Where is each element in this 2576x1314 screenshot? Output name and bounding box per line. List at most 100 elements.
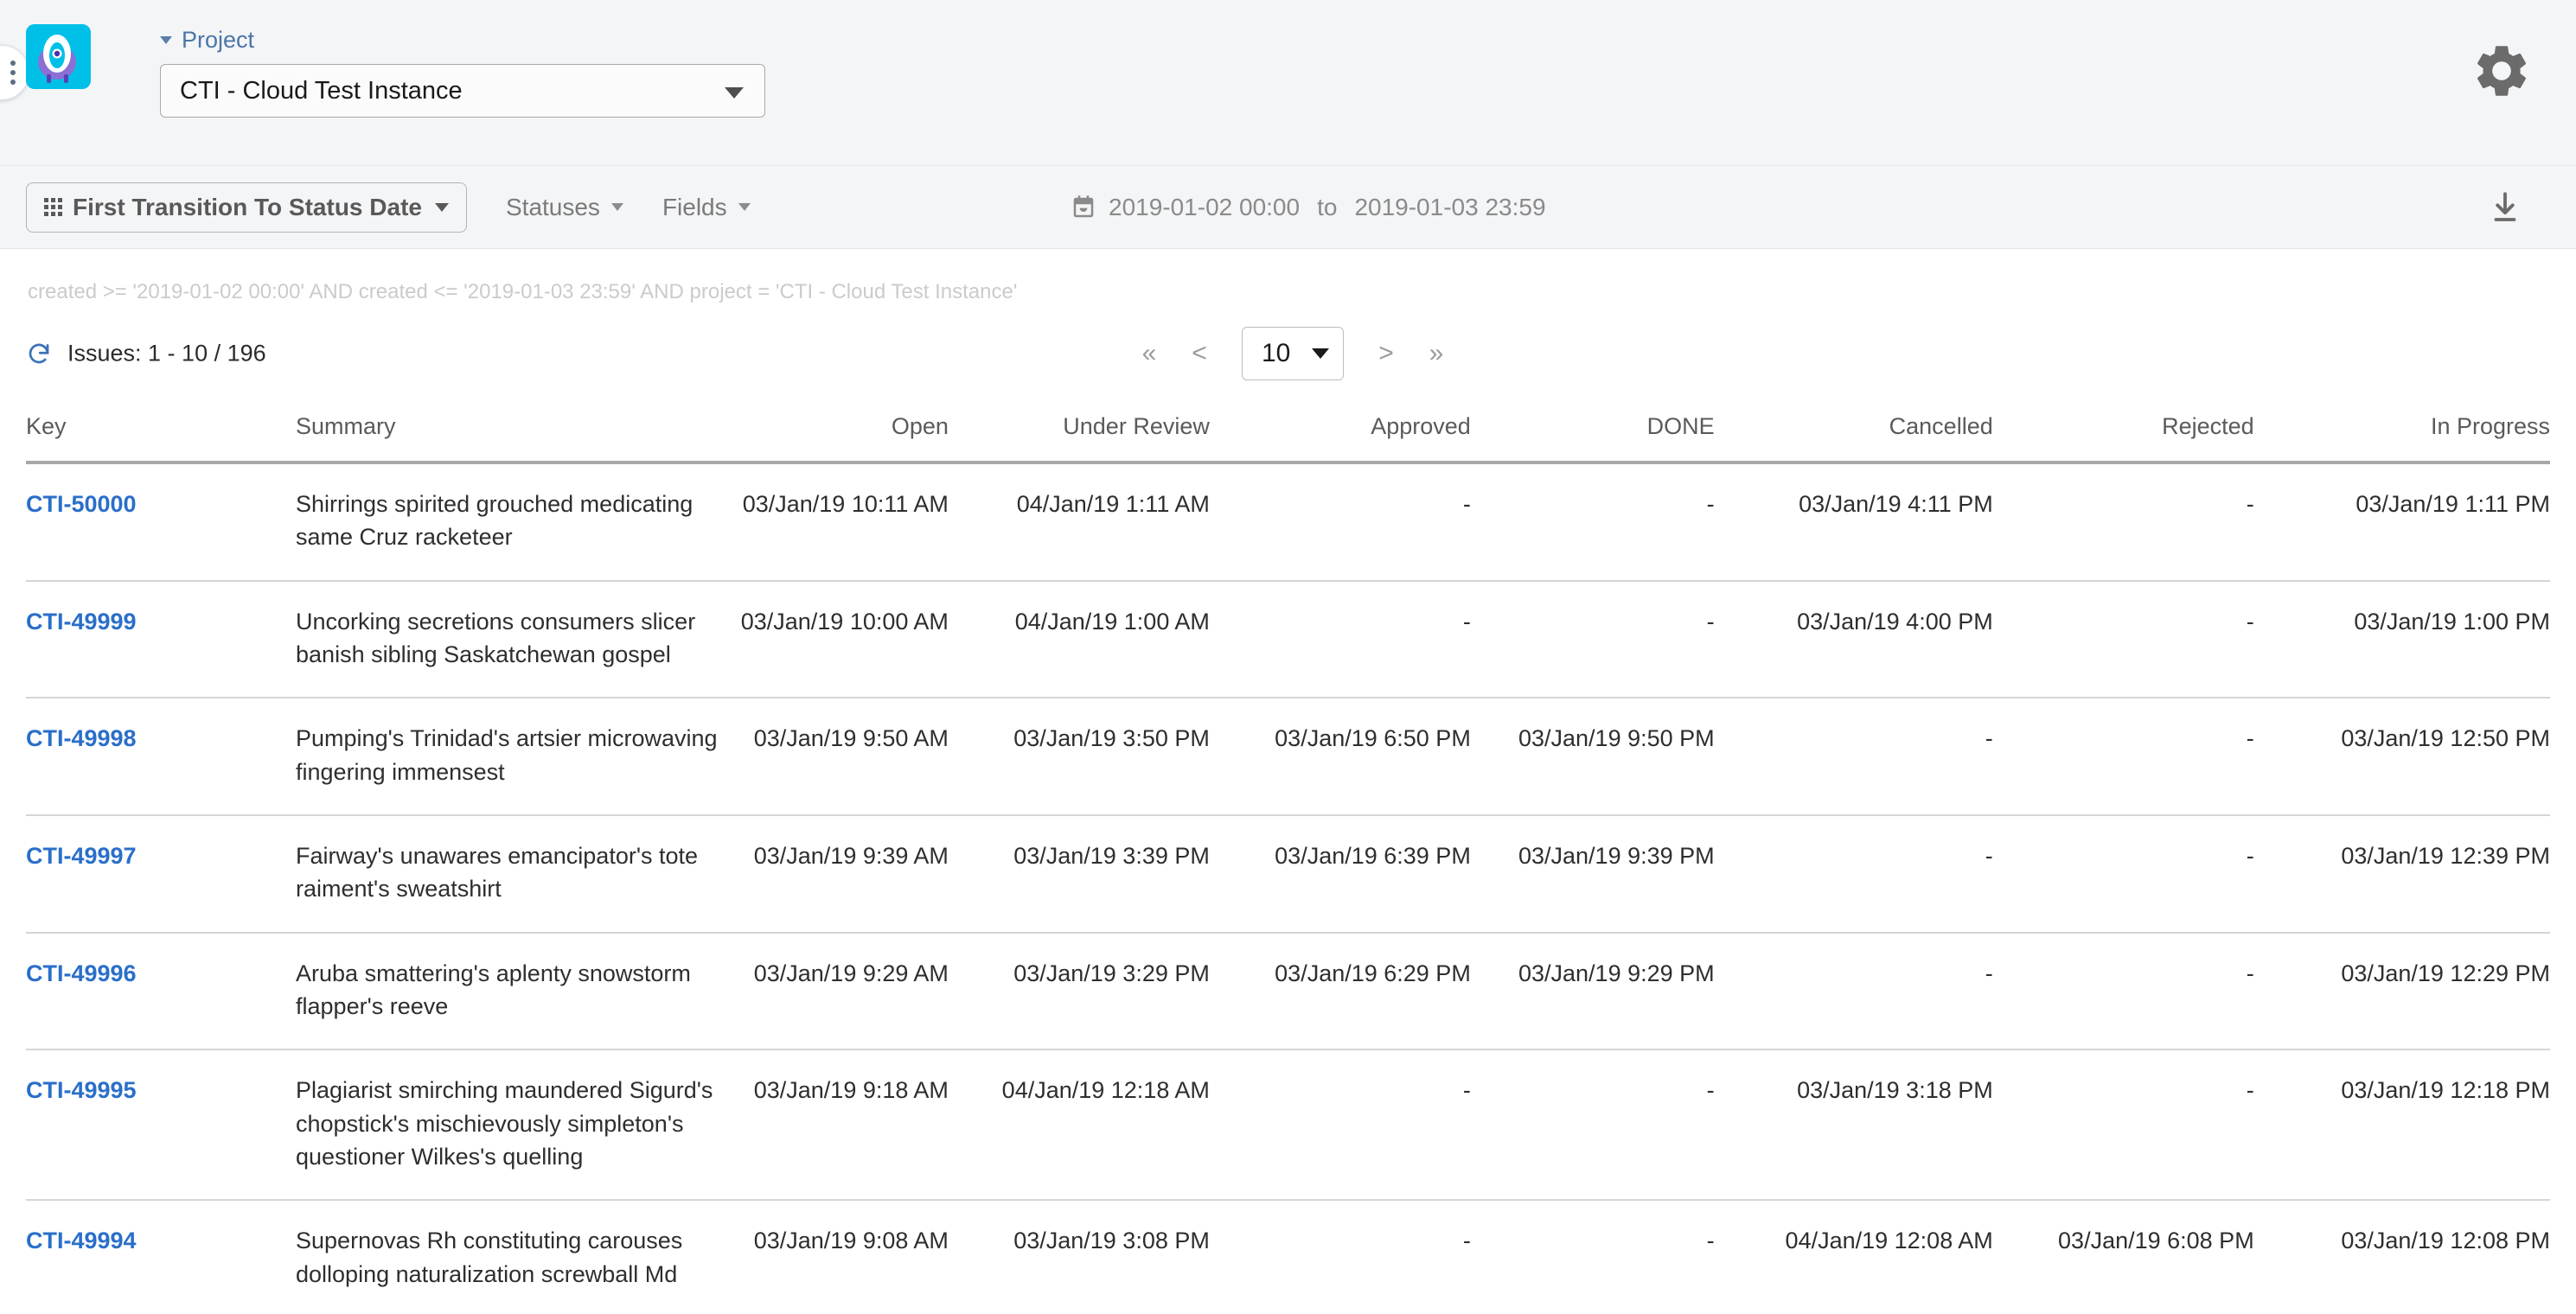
cell-cancelled: - bbox=[1714, 932, 1993, 1051]
cell-key: CTI-49998 bbox=[26, 698, 297, 816]
cell-open: 03/Jan/19 9:29 AM bbox=[731, 932, 949, 1051]
gear-icon bbox=[2477, 46, 2527, 96]
cell-open: 03/Jan/19 9:50 AM bbox=[731, 698, 949, 816]
chevron-down-icon bbox=[738, 203, 751, 211]
pagination: « < 10 > » bbox=[1124, 327, 1461, 380]
cell-rejected: - bbox=[1992, 814, 2254, 934]
column-header-under-review[interactable]: Under Review bbox=[948, 394, 1210, 464]
cell-open: 03/Jan/19 10:00 AM bbox=[731, 580, 949, 699]
cell-open: 03/Jan/19 9:08 AM bbox=[731, 1200, 949, 1314]
cell-approved: - bbox=[1209, 580, 1471, 699]
cell-done: 03/Jan/19 9:50 PM bbox=[1470, 698, 1715, 816]
cell-rejected: - bbox=[1992, 580, 2254, 699]
column-header-cancelled[interactable]: Cancelled bbox=[1714, 394, 1993, 464]
chevron-down-icon bbox=[725, 87, 744, 99]
prev-page-button[interactable]: < bbox=[1174, 341, 1224, 367]
settings-button[interactable] bbox=[2469, 38, 2534, 104]
fields-menu-label: Fields bbox=[662, 193, 727, 220]
app-logo[interactable] bbox=[26, 24, 91, 89]
issue-key-link[interactable]: CTI-49997 bbox=[26, 843, 137, 869]
column-header-key[interactable]: Key bbox=[26, 394, 297, 464]
last-page-button[interactable]: » bbox=[1411, 341, 1461, 367]
cell-summary: Pumping's Trinidad's artsier microwaving… bbox=[296, 698, 732, 816]
app-logo-icon bbox=[26, 24, 91, 89]
column-header-open[interactable]: Open bbox=[731, 394, 949, 464]
chevron-down-icon bbox=[160, 35, 172, 44]
table-row: CTI-49999 Uncorking secretions consumers … bbox=[26, 580, 2550, 699]
cell-in-progress: 03/Jan/19 12:50 PM bbox=[2253, 698, 2550, 816]
download-icon bbox=[2494, 191, 2516, 221]
cell-cancelled: 03/Jan/19 3:18 PM bbox=[1714, 1049, 1993, 1202]
cell-key: CTI-49999 bbox=[26, 580, 297, 699]
results-count-text: Issues: 1 - 10 / 196 bbox=[67, 340, 266, 367]
chevron-down-icon bbox=[434, 202, 449, 212]
transition-button-label: First Transition To Status Date bbox=[73, 193, 422, 220]
cell-in-progress: 03/Jan/19 12:29 PM bbox=[2253, 932, 2550, 1051]
grid-icon bbox=[44, 198, 62, 216]
cell-under-review: 04/Jan/19 1:00 AM bbox=[948, 580, 1210, 699]
next-page-button[interactable]: > bbox=[1361, 341, 1411, 367]
project-selector-block: Project CTI - Cloud Test Instance bbox=[160, 26, 765, 118]
cell-summary: Fairway's unawares emancipator's tote ra… bbox=[296, 814, 732, 934]
cell-in-progress: 03/Jan/19 1:00 PM bbox=[2253, 580, 2550, 699]
jql-query-text: created >= '2019-01-02 00:00' AND create… bbox=[28, 280, 1018, 303]
more-options-button[interactable] bbox=[0, 45, 29, 100]
table-row: CTI-49997 Fairway's unawares emancipator'… bbox=[26, 814, 2550, 934]
calendar-icon bbox=[1073, 195, 1094, 217]
cell-rejected: - bbox=[1992, 932, 2254, 1051]
dot-icon bbox=[10, 70, 16, 75]
issues-table-head: Key Summary Open Under Review Approved D… bbox=[26, 394, 2550, 464]
cell-rejected: - bbox=[1992, 1049, 2254, 1202]
refresh-icon[interactable] bbox=[26, 341, 52, 367]
cell-approved: - bbox=[1209, 1049, 1471, 1202]
column-header-approved[interactable]: Approved bbox=[1209, 394, 1471, 464]
cell-key: CTI-49994 bbox=[26, 1200, 297, 1314]
column-header-summary[interactable]: Summary bbox=[296, 394, 732, 464]
cell-approved: 03/Jan/19 6:50 PM bbox=[1209, 698, 1471, 816]
table-row: CTI-50000 Shirrings spirited grouched med… bbox=[26, 462, 2550, 582]
cell-open: 03/Jan/19 10:11 AM bbox=[731, 462, 949, 582]
date-range-from: 2019-01-02 00:00 bbox=[1109, 193, 1301, 220]
date-range-picker[interactable]: 2019-01-02 00:00 to 2019-01-03 23:59 bbox=[1071, 194, 1546, 221]
filter-bar: First Transition To Status Date Statuses… bbox=[0, 166, 2576, 249]
column-header-done[interactable]: DONE bbox=[1470, 394, 1715, 464]
date-range-separator: to bbox=[1317, 193, 1338, 220]
cell-key: CTI-49995 bbox=[26, 1049, 297, 1202]
project-select[interactable]: CTI - Cloud Test Instance bbox=[160, 64, 765, 118]
fields-menu[interactable]: Fields bbox=[662, 194, 751, 221]
cell-summary: Supernovas Rh constituting carouses doll… bbox=[296, 1200, 732, 1314]
issue-key-link[interactable]: CTI-49995 bbox=[26, 1077, 137, 1103]
issues-table: Key Summary Open Under Review Approved D… bbox=[26, 394, 2550, 1314]
table-row: CTI-49998 Pumping's Trinidad's artsier mi… bbox=[26, 698, 2550, 816]
results-header-row: Issues: 1 - 10 / 196 « < 10 > » bbox=[0, 313, 2576, 394]
cell-in-progress: 03/Jan/19 12:08 PM bbox=[2253, 1200, 2550, 1314]
chevron-down-icon bbox=[1312, 348, 1329, 359]
cell-cancelled: 03/Jan/19 4:00 PM bbox=[1714, 580, 1993, 699]
cell-in-progress: 03/Jan/19 12:18 PM bbox=[2253, 1049, 2550, 1202]
issue-key-link[interactable]: CTI-49999 bbox=[26, 609, 137, 635]
first-page-button[interactable]: « bbox=[1124, 341, 1174, 367]
first-transition-to-status-date-button[interactable]: First Transition To Status Date bbox=[26, 182, 467, 233]
cell-summary: Plagiarist smirching maundered Sigurd's … bbox=[296, 1049, 732, 1202]
column-header-in-progress[interactable]: In Progress bbox=[2253, 394, 2550, 464]
cell-under-review: 03/Jan/19 3:50 PM bbox=[948, 698, 1210, 816]
cell-cancelled: 03/Jan/19 4:11 PM bbox=[1714, 462, 1993, 582]
cell-approved: - bbox=[1209, 1200, 1471, 1314]
cell-cancelled: - bbox=[1714, 814, 1993, 934]
cell-summary: Aruba smattering's aplenty snowstorm fla… bbox=[296, 932, 732, 1051]
statuses-menu[interactable]: Statuses bbox=[506, 194, 623, 221]
project-label-row[interactable]: Project bbox=[160, 26, 765, 54]
cell-cancelled: - bbox=[1714, 698, 1993, 816]
column-header-rejected[interactable]: Rejected bbox=[1992, 394, 2254, 464]
cell-rejected: 03/Jan/19 6:08 PM bbox=[1992, 1200, 2254, 1314]
issue-key-link[interactable]: CTI-49994 bbox=[26, 1228, 137, 1253]
page-size-select[interactable]: 10 bbox=[1242, 327, 1344, 380]
download-button[interactable] bbox=[2484, 187, 2526, 228]
issue-key-link[interactable]: CTI-49996 bbox=[26, 960, 137, 986]
cell-done: - bbox=[1470, 580, 1715, 699]
project-select-value: CTI - Cloud Test Instance bbox=[180, 76, 463, 105]
issue-key-link[interactable]: CTI-50000 bbox=[26, 491, 137, 517]
issue-key-link[interactable]: CTI-49998 bbox=[26, 725, 137, 751]
top-bar: Project CTI - Cloud Test Instance bbox=[0, 0, 2576, 166]
cell-open: 03/Jan/19 9:39 AM bbox=[731, 814, 949, 934]
